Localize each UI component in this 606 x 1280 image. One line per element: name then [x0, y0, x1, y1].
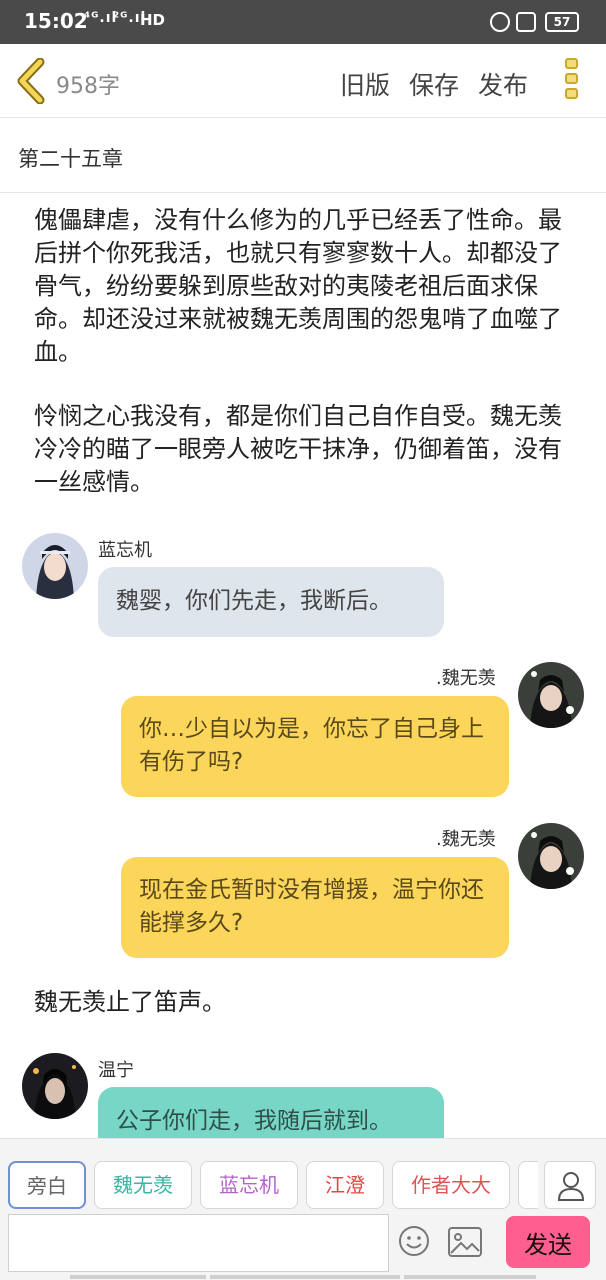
- composer-bar: 旁白 魏无羡 蓝忘机 江澄 作者大大 发送: [0, 1138, 606, 1280]
- avatar-weiwuxian-icon: [518, 823, 584, 889]
- chapter-title[interactable]: 第二十五章: [0, 119, 606, 193]
- narration-paragraph[interactable]: 魏无羡止了笛声。: [34, 986, 574, 1019]
- chat-bubble[interactable]: 你…少自以为是，你忘了自己身上有伤了吗?: [121, 696, 509, 797]
- nav-indicator: [210, 1275, 400, 1279]
- avatar-weiwuxian-icon: [518, 662, 584, 728]
- role-tab-more[interactable]: [518, 1161, 538, 1209]
- emoji-icon[interactable]: [398, 1225, 430, 1257]
- speaker-name: .魏无羡: [436, 668, 496, 689]
- user-icon: [557, 1172, 585, 1201]
- battery-icon: 57: [545, 12, 579, 32]
- status-bar: 15:02 ⁴ᴳ.ıl ²ᴳ.ıl HD 57: [0, 0, 606, 44]
- role-tab-lanwangji[interactable]: 蓝忘机: [200, 1161, 298, 1209]
- chat-bubble[interactable]: 魏婴，你们先走，我断后。: [98, 567, 444, 637]
- narration-paragraph[interactable]: 怜悯之心我没有，都是你们自己自作自受。魏无羡冷冷的瞄了一眼旁人被吃干抹净，仍御着…: [34, 400, 574, 499]
- avatar-wenning-icon: [22, 1053, 88, 1119]
- chevron-left-icon: [17, 57, 45, 105]
- sync-icon: [490, 12, 510, 32]
- speaker-name: 温宁: [98, 1060, 134, 1081]
- nav-indicator: [404, 1275, 536, 1279]
- avatar[interactable]: [22, 1053, 88, 1119]
- chat-bubble[interactable]: 现在金氏暂时没有增援，温宁你还能撑多久?: [121, 857, 509, 958]
- status-time: 15:02: [24, 9, 88, 33]
- old-version-button[interactable]: 旧版: [340, 66, 390, 102]
- menu-dot-icon: [565, 73, 578, 84]
- nav-indicator: [70, 1275, 206, 1279]
- avatar[interactable]: [518, 662, 584, 728]
- vibrate-icon: [516, 12, 536, 32]
- role-tab-jiangcheng[interactable]: 江澄: [306, 1161, 384, 1209]
- hd-icon: HD: [140, 11, 166, 29]
- menu-dot-icon: [565, 88, 578, 99]
- save-button[interactable]: 保存: [409, 66, 459, 102]
- add-role-button[interactable]: [544, 1161, 596, 1209]
- avatar-lanwangji-icon: [22, 533, 88, 599]
- image-icon[interactable]: [448, 1227, 482, 1257]
- publish-button[interactable]: 发布: [478, 66, 528, 102]
- send-button[interactable]: 发送: [506, 1216, 590, 1268]
- speaker-name: .魏无羡: [436, 829, 496, 850]
- avatar[interactable]: [518, 823, 584, 889]
- narration-paragraph[interactable]: 傀儡肆虐，没有什么修为的几乎已经丢了性命。最后拼个你死我活，也就只有寥寥数十人。…: [34, 204, 574, 369]
- role-tab-weiwuxian[interactable]: 魏无羡: [94, 1161, 192, 1209]
- more-menu-button[interactable]: [565, 58, 581, 106]
- back-button[interactable]: [14, 57, 50, 105]
- role-tab-author[interactable]: 作者大大: [392, 1161, 510, 1209]
- role-tab-narration[interactable]: 旁白: [8, 1161, 86, 1209]
- app-header: 958字 旧版 保存 发布: [0, 44, 606, 118]
- word-count: 958字: [56, 74, 120, 99]
- menu-dot-icon: [565, 58, 578, 69]
- avatar[interactable]: [22, 533, 88, 599]
- message-input[interactable]: [8, 1214, 389, 1272]
- speaker-name: 蓝忘机: [98, 540, 152, 561]
